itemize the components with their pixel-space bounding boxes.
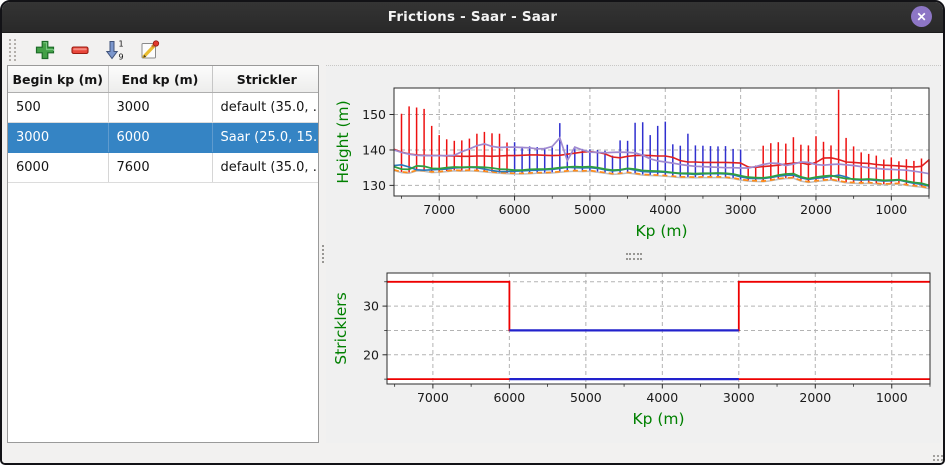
x-tick-label: 1000	[876, 390, 908, 405]
x-tick-label: 6000	[499, 202, 531, 217]
edit-pencil-icon	[138, 38, 162, 62]
cell-end[interactable]: 6000	[108, 123, 212, 153]
frictions-table-panel: Begin kp (m) End kp (m) Strickler 500300…	[7, 65, 319, 443]
edit-strickler-button[interactable]	[137, 37, 163, 63]
sort-rows-button[interactable]: 1 9	[102, 37, 128, 63]
numeric-sort-icon: 1 9	[103, 38, 127, 62]
frictions-table-body: 5003000default (35.0, …30006000Saar (25.…	[8, 93, 319, 183]
y-tick-label: 150	[362, 107, 386, 122]
stricklers-chart: 7000 6000 5000 4000 3000 2000 1000 20 30 Kp (m) St…	[326, 260, 941, 443]
y-tick-label: 20	[363, 348, 379, 363]
y-axis-label: Height (m)	[334, 100, 352, 183]
cell-end[interactable]: 3000	[108, 93, 212, 123]
cell-strickler[interactable]: default (35.0, …	[212, 93, 319, 123]
plot-area	[394, 88, 929, 196]
vertical-splitter-handle-icon	[322, 245, 324, 263]
table-header-row: Begin kp (m) End kp (m) Strickler	[8, 66, 319, 93]
horizontal-splitter[interactable]	[326, 253, 941, 261]
titlebar[interactable]: Frictions - Saar - Saar ✕	[2, 2, 943, 33]
main-content: Begin kp (m) End kp (m) Strickler 500300…	[2, 65, 943, 443]
y-tick-label: 30	[363, 299, 379, 314]
table-row[interactable]: 60007600default (35.0, …	[8, 153, 319, 183]
plus-icon	[33, 38, 57, 62]
x-tick-label: 2000	[800, 202, 832, 217]
x-tick-label: 7000	[423, 202, 455, 217]
x-tick-label: 1000	[875, 202, 907, 217]
y-tick-label: 130	[362, 178, 386, 193]
x-tick-label: 5000	[570, 390, 602, 405]
frictions-table[interactable]: Begin kp (m) End kp (m) Strickler 500300…	[8, 66, 319, 183]
minus-icon	[68, 38, 92, 62]
close-icon: ✕	[916, 10, 926, 24]
remove-row-button[interactable]	[67, 37, 93, 63]
toolbar: 1 9	[2, 33, 943, 66]
plot-area	[387, 273, 930, 384]
cell-strickler[interactable]: Saar (25.0, 15.0)	[212, 123, 319, 153]
column-header-begin-kp[interactable]: Begin kp (m)	[8, 66, 108, 93]
x-tick-label: 7000	[417, 390, 449, 405]
cell-begin[interactable]: 500	[8, 93, 108, 123]
vertical-splitter[interactable]	[319, 65, 326, 443]
column-header-end-kp[interactable]: End kp (m)	[108, 66, 212, 93]
y-tick-label: 140	[362, 142, 386, 157]
x-tick-label: 2000	[799, 390, 831, 405]
x-axis-label: Kp (m)	[632, 410, 684, 428]
x-tick-label: 4000	[649, 202, 681, 217]
cell-begin[interactable]: 6000	[8, 153, 108, 183]
table-row[interactable]: 30006000Saar (25.0, 15.0)	[8, 123, 319, 153]
x-axis-label: Kp (m)	[635, 222, 687, 240]
svg-text:1: 1	[119, 39, 124, 48]
horizontal-splitter-handle-icon	[626, 253, 642, 260]
cell-begin[interactable]: 3000	[8, 123, 108, 153]
x-tick-label: 4000	[646, 390, 678, 405]
resize-grip-icon[interactable]	[933, 455, 935, 457]
window-title: Frictions - Saar - Saar	[388, 9, 557, 25]
height-profile-chart: 7000 6000 5000 4000 3000 2000 1000 130 140 150 Kp …	[326, 66, 941, 253]
charts-panel: 7000 6000 5000 4000 3000 2000 1000 130 140 150 Kp …	[326, 65, 941, 443]
toolbar-drag-handle[interactable]	[9, 39, 16, 61]
statusbar	[2, 443, 943, 463]
add-row-button[interactable]	[32, 37, 58, 63]
svg-text:9: 9	[119, 52, 124, 61]
cell-end[interactable]: 7600	[108, 153, 212, 183]
y-axis-label: Stricklers	[332, 293, 350, 365]
x-tick-label: 3000	[723, 390, 755, 405]
x-tick-label: 3000	[725, 202, 757, 217]
table-row[interactable]: 5003000default (35.0, …	[8, 93, 319, 123]
x-tick-label: 5000	[574, 202, 606, 217]
cell-strickler[interactable]: default (35.0, …	[212, 153, 319, 183]
x-tick-label: 6000	[493, 390, 525, 405]
close-button[interactable]: ✕	[911, 6, 932, 27]
frictions-window: Frictions - Saar - Saar ✕ 1 9	[0, 0, 945, 465]
column-header-strickler[interactable]: Strickler	[212, 66, 319, 93]
